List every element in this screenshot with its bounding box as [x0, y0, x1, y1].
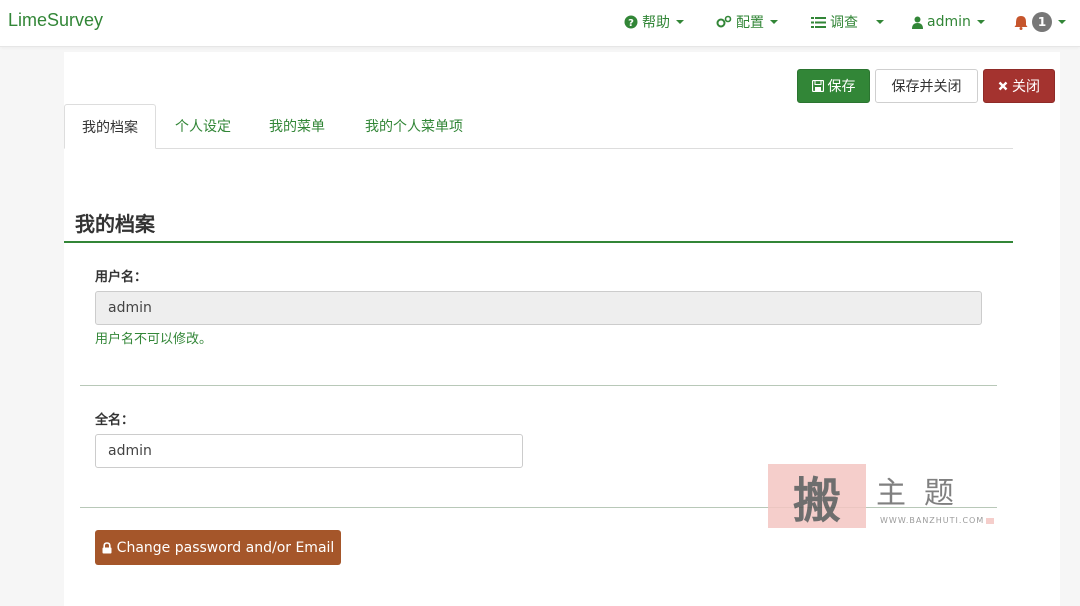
- save-and-close-label: 保存并关闭: [891, 79, 962, 95]
- floppy-disk-icon: [811, 80, 824, 92]
- chevron-down-icon: [770, 20, 778, 24]
- tab-my-profile[interactable]: 我的档案: [64, 104, 156, 149]
- change-password-label: Change password and/or Email: [116, 539, 335, 556]
- notifications-menu[interactable]: 1: [1014, 12, 1066, 32]
- username-help-text: 用户名不可以修改。: [95, 332, 213, 347]
- surveys-menu-label: 调查: [830, 15, 858, 31]
- change-password-button[interactable]: Change password and/or Email: [95, 530, 341, 565]
- tab-personal-settings[interactable]: 个人设定: [160, 104, 246, 147]
- tab-my-menu-entries[interactable]: 我的个人菜单项: [348, 104, 480, 147]
- gears-icon: [716, 15, 732, 29]
- chevron-down-icon: [976, 20, 985, 24]
- user-menu[interactable]: admin: [912, 12, 985, 32]
- close-button-label: 关闭: [1012, 79, 1040, 95]
- close-button[interactable]: 关闭: [983, 69, 1055, 103]
- config-menu-label: 配置: [736, 15, 764, 31]
- username-field[interactable]: [95, 291, 982, 325]
- watermark-url: WWW.BANZHUTI.COM: [880, 516, 985, 525]
- divider: [80, 385, 997, 386]
- user-icon: [912, 16, 923, 29]
- chevron-down-icon: [1058, 20, 1066, 24]
- brand-logo[interactable]: LimeSurvey: [8, 10, 103, 31]
- surveys-menu[interactable]: 调查: [811, 12, 858, 32]
- page-title: 我的档案: [75, 212, 155, 236]
- save-and-close-button[interactable]: 保存并关闭: [875, 69, 978, 103]
- user-menu-label: admin: [927, 14, 971, 30]
- list-icon: [811, 16, 826, 29]
- tab-my-menus[interactable]: 我的菜单: [254, 104, 340, 147]
- title-underline: [64, 241, 1013, 243]
- close-icon: [998, 81, 1008, 91]
- fullname-label: 全名：: [95, 413, 135, 428]
- help-menu[interactable]: ? 帮助: [624, 12, 684, 32]
- fullname-field[interactable]: [95, 434, 523, 468]
- question-circle-icon: ?: [624, 15, 638, 29]
- save-button[interactable]: 保存: [797, 69, 870, 103]
- watermark-text: 主题: [876, 476, 972, 511]
- config-menu[interactable]: 配置: [716, 12, 778, 32]
- lock-icon: [102, 541, 112, 554]
- chevron-down-icon: [876, 20, 884, 24]
- watermark-seal: 搬: [768, 464, 866, 529]
- surveys-dropdown-toggle[interactable]: [876, 12, 884, 32]
- notification-count-badge: 1: [1032, 12, 1052, 32]
- chevron-down-icon: [676, 20, 684, 24]
- bell-icon: [1014, 15, 1028, 30]
- top-navbar: LimeSurvey ? 帮助 配置 调查 admin 1: [0, 0, 1080, 47]
- save-button-label: 保存: [827, 79, 856, 95]
- svg-text:?: ?: [628, 18, 634, 29]
- help-menu-label: 帮助: [642, 15, 670, 31]
- watermark-bar: [986, 518, 994, 524]
- profile-tabs: 我的档案 个人设定 我的菜单 我的个人菜单项: [64, 104, 1013, 149]
- watermark: 搬 主题 WWW.BANZHUTI.COM: [768, 464, 998, 529]
- username-label: 用户名：: [95, 270, 148, 285]
